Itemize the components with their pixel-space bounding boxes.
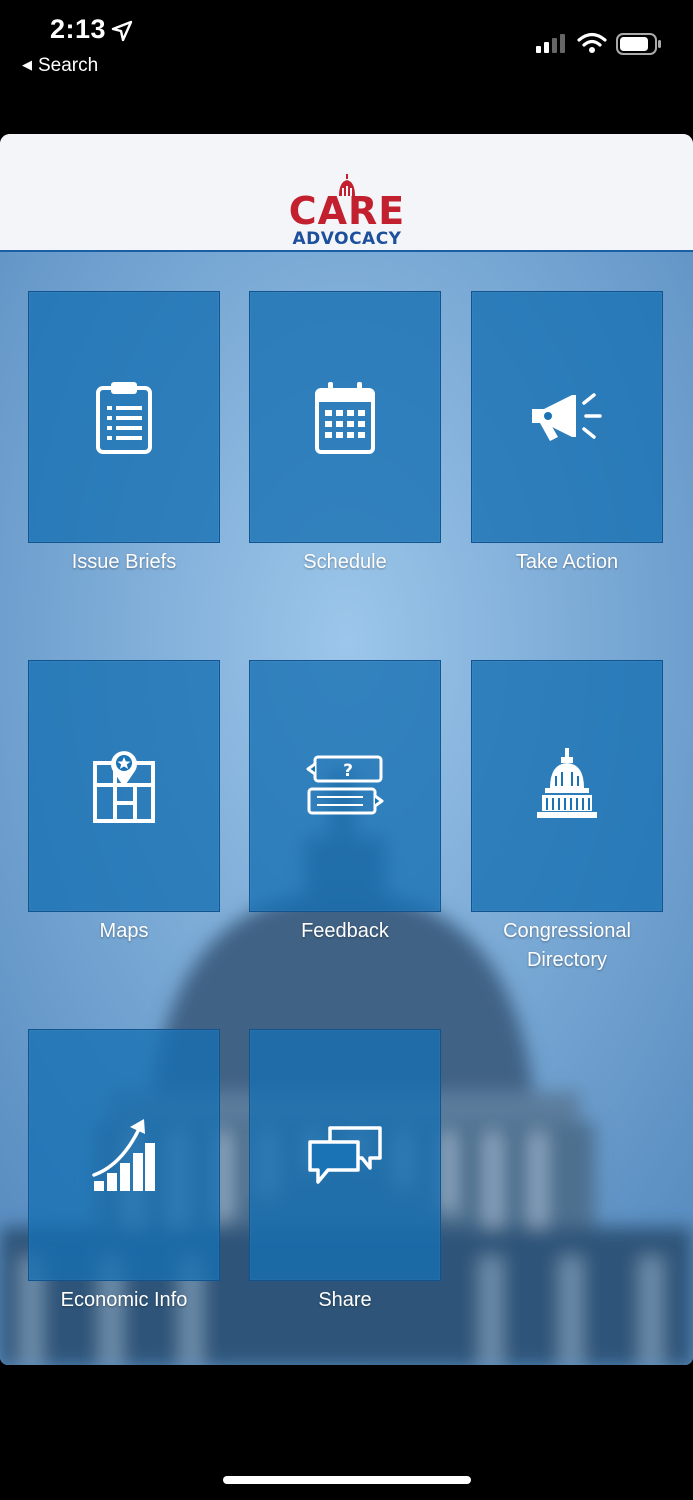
care-advocacy-logo: CARE ADVOCACY	[280, 174, 414, 250]
tile-label-take-action: Take Action	[515, 551, 619, 573]
tile-feedback[interactable]: ?	[249, 660, 441, 912]
growth-chart-icon	[92, 1119, 155, 1191]
capitol-dome-icon	[537, 748, 597, 818]
battery-icon	[616, 33, 661, 55]
tile-label-economic-info: Economic Info	[60, 1289, 188, 1311]
tile-take-action[interactable]	[471, 291, 663, 543]
tile-label-schedule: Schedule	[303, 551, 387, 573]
chat-question-icon: ?	[306, 755, 384, 815]
tile-issue-briefs[interactable]	[28, 291, 220, 543]
status-time: 2:13	[50, 14, 107, 44]
tile-schedule[interactable]	[249, 291, 441, 543]
tile-label-feedback: Feedback	[301, 920, 389, 942]
megaphone-icon	[532, 393, 602, 441]
back-label: Search	[38, 55, 99, 76]
map-pin-icon	[93, 751, 155, 823]
back-triangle-icon: ◀	[22, 57, 32, 72]
wifi-icon	[577, 32, 607, 53]
tile-share[interactable]	[249, 1029, 441, 1281]
app-window: CARE ADVOCACY Issue Briefs Schedule Take…	[0, 134, 693, 1365]
logo-advocacy-text: ADVOCACY	[292, 229, 402, 249]
clipboard-list-icon	[96, 382, 152, 454]
status-bar: 2:13 ◀ Search	[0, 0, 693, 134]
location-arrow-icon	[111, 20, 133, 42]
calendar-icon	[315, 382, 375, 454]
tile-label-share: Share	[318, 1289, 372, 1311]
tile-maps[interactable]	[28, 660, 220, 912]
app-header: CARE ADVOCACY	[0, 134, 693, 252]
tile-economic-info[interactable]	[28, 1029, 220, 1281]
tile-label-maps: Maps	[99, 920, 149, 942]
tile-label-congressional-directory: Congressional Directory	[503, 920, 631, 971]
home-indicator[interactable]	[223, 1476, 471, 1484]
logo-care-text: CARE	[288, 189, 406, 233]
tile-label-issue-briefs: Issue Briefs	[71, 551, 177, 573]
back-to-search-link[interactable]: ◀ Search	[22, 55, 98, 77]
tile-congressional-directory[interactable]	[471, 660, 663, 912]
menu-grid: Issue Briefs Schedule Take Action Maps ?…	[0, 252, 693, 1365]
svg-text:?: ?	[343, 761, 353, 781]
cellular-signal-icon	[536, 34, 565, 53]
share-chat-icon	[308, 1126, 382, 1184]
